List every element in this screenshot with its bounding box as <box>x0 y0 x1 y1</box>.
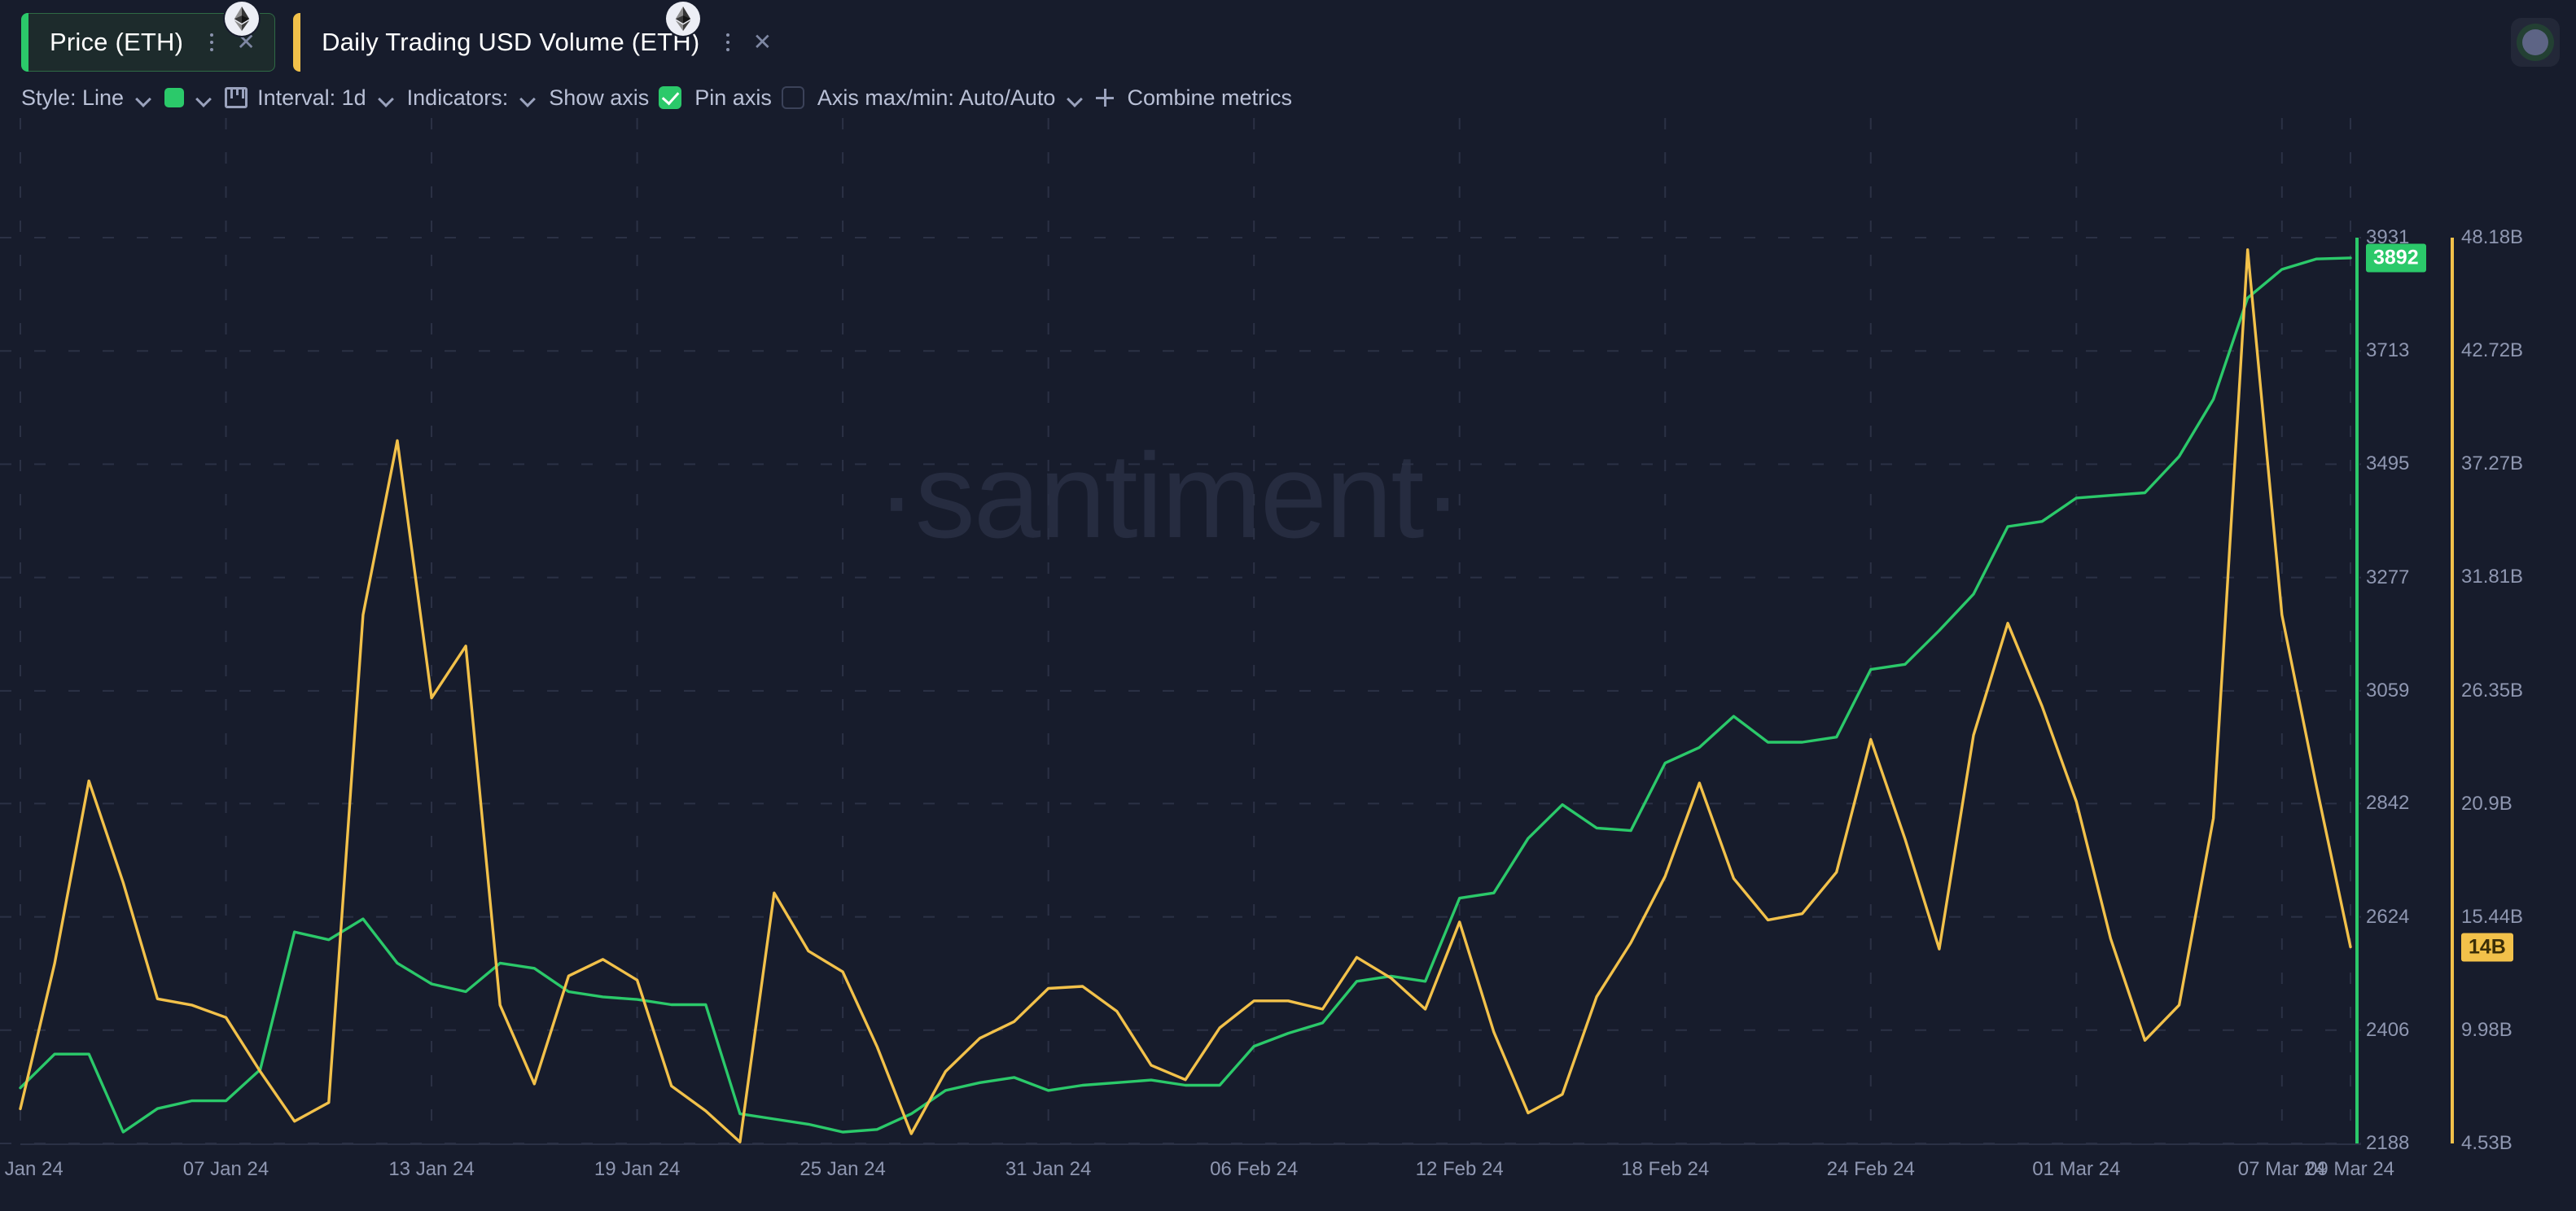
y-axis-tick-label: 3277 <box>2366 566 2409 589</box>
axis-minmax-label: Axis max/min: Auto/Auto <box>817 85 1056 111</box>
chevron-down-icon-indicators <box>521 94 536 103</box>
y-axis-tick-label: 42.72B <box>2461 339 2523 362</box>
chevron-down-icon-interval <box>379 94 394 103</box>
axis-minmax-selector[interactable]: Axis max/min: Auto/Auto <box>817 77 1097 118</box>
style-selector-label: Style: Line <box>21 85 124 111</box>
y-axis-tick-label: 31.81B <box>2461 566 2523 588</box>
y-axis-tick-label: 48.18B <box>2461 226 2523 249</box>
tab-accent-bar-green <box>21 13 28 72</box>
x-axis-tick-label: 01 Jan 24 <box>0 1158 64 1181</box>
kebab-menu-icon-tab-1[interactable] <box>719 28 737 56</box>
tab-accent-bar-yellow <box>293 13 300 72</box>
x-axis-tick-label: 06 Feb 24 <box>1210 1158 1298 1181</box>
y-axis-tick-label: 37.27B <box>2461 452 2523 475</box>
kebab-menu-icon-tab-0[interactable] <box>203 28 221 56</box>
chevron-down-icon-color <box>197 94 212 103</box>
tab-bar: Price (ETH) ✕ Daily Trading USD Volume (… <box>0 0 2576 77</box>
y-axis-tick-label: 4.53B <box>2461 1132 2512 1155</box>
record-indicator-icon <box>2522 29 2548 55</box>
x-axis-tick-label: 12 Feb 24 <box>1416 1158 1504 1181</box>
tab-label-daily-volume-eth: Daily Trading USD Volume (ETH) <box>300 28 719 57</box>
pin-axis-label: Pin axis <box>694 85 772 111</box>
x-axis-tick-label: 31 Jan 24 <box>1005 1158 1091 1181</box>
y-axis-tick-label: 15.44B <box>2461 906 2523 929</box>
plot-canvas[interactable]: ·santiment· <box>0 118 2361 1211</box>
x-axis-tick-label: 01 Mar 24 <box>2032 1158 2120 1181</box>
y-axis-tick-label: 2624 <box>2366 906 2409 929</box>
x-axis-line <box>20 1143 2361 1145</box>
interval-selector-label: Interval: 1d <box>257 85 366 111</box>
y-axis-tick-label: 3713 <box>2366 339 2409 362</box>
y-axis-tick-label: 2842 <box>2366 792 2409 815</box>
tab-daily-trading-usd-volume-eth[interactable]: Daily Trading USD Volume (ETH) ✕ <box>293 13 791 72</box>
ethereum-icon-tab-1 <box>666 2 700 36</box>
series-layer <box>0 118 2361 1211</box>
indicators-selector-label: Indicators: <box>407 85 509 111</box>
close-icon-tab-1[interactable]: ✕ <box>748 28 776 56</box>
x-axis-tick-label: 24 Feb 24 <box>1827 1158 1915 1181</box>
pin-axis-toggle[interactable]: Pin axis <box>694 77 817 118</box>
color-selector[interactable] <box>164 77 225 118</box>
y-axis-tick-label: 3059 <box>2366 680 2409 702</box>
chevron-down-icon-axis-minmax <box>1068 94 1083 103</box>
y-axis-tick-label: 26.35B <box>2461 680 2523 702</box>
combine-metrics-label: Combine metrics <box>1127 85 1292 111</box>
show-axis-toggle[interactable]: Show axis <box>549 77 694 118</box>
ethereum-icon-tab-0 <box>225 2 259 36</box>
indicators-selector[interactable]: Indicators: <box>407 77 550 118</box>
chevron-down-icon-style <box>137 94 151 103</box>
y-axis-tick-label: 20.9B <box>2461 793 2512 815</box>
style-selector[interactable]: Style: Line <box>21 77 164 118</box>
interval-selector[interactable]: Interval: 1d <box>225 77 407 118</box>
x-axis-tick-label: 07 Jan 24 <box>183 1158 269 1181</box>
volume-current-value-badge: 14B <box>2461 933 2513 961</box>
color-swatch-green <box>164 88 184 107</box>
x-axis-tick-label: 19 Jan 24 <box>594 1158 680 1181</box>
y-axis-tick-label: 2188 <box>2366 1132 2409 1155</box>
y-axis-tick-label: 2406 <box>2366 1019 2409 1042</box>
y-axis-price-line <box>2355 238 2359 1143</box>
x-axis-tick-label: 18 Feb 24 <box>1621 1158 1709 1181</box>
y-axis-volume-line <box>2451 238 2454 1143</box>
x-axis-tick-label: 25 Jan 24 <box>800 1158 885 1181</box>
y-axis-tick-label: 3495 <box>2366 452 2409 475</box>
tab-label-price-eth: Price (ETH) <box>28 28 203 57</box>
x-axis-tick-label: 09 Mar 24 <box>2307 1158 2394 1181</box>
x-axis-tick-label: 13 Jan 24 <box>388 1158 474 1181</box>
x-axis: 01 Jan 24 07 Jan 24 13 Jan 24 19 Jan 24 25 J… <box>0 1143 2361 1209</box>
combine-metrics-button[interactable]: Combine metrics <box>1096 77 1305 118</box>
chart-toolbar: Style: Line Interval: 1d Indicators: Sho… <box>0 77 2576 118</box>
price-current-value-badge: 3892 <box>2366 243 2426 272</box>
show-axis-checkbox[interactable] <box>659 86 681 109</box>
chart-area[interactable]: ·santiment· 01 Jan 24 07 Jan 24 13 Jan 24 1… <box>0 118 2576 1211</box>
record-status-button[interactable] <box>2511 18 2560 67</box>
ruler-icon <box>225 87 248 108</box>
y-axis-tick-label: 9.98B <box>2461 1019 2512 1042</box>
plus-icon <box>1096 89 1114 107</box>
show-axis-label: Show axis <box>549 85 649 111</box>
pin-axis-checkbox[interactable] <box>782 86 804 109</box>
